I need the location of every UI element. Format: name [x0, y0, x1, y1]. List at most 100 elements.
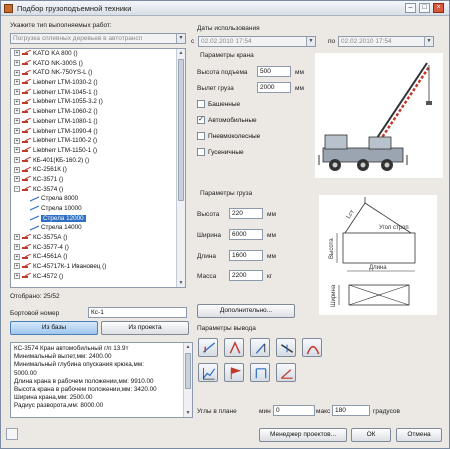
expand-icon[interactable]: + — [14, 50, 20, 57]
flag-icon — [230, 367, 242, 380]
calendar-dropdown-icon[interactable]: ▼ — [306, 37, 315, 46]
tree-subitem[interactable]: Стрела 10000 — [11, 204, 185, 214]
checkbox-box[interactable] — [197, 132, 205, 140]
tree-scrollbar[interactable]: ▲ ▼ — [176, 49, 185, 287]
chevron-down-icon[interactable]: ▼ — [176, 34, 185, 43]
collapse-icon[interactable]: − — [14, 185, 20, 192]
crane-type-checkbox[interactable]: Пневмоколесные — [197, 132, 260, 140]
tree-item[interactable]: + KATO NK-750YS-L () — [11, 68, 185, 78]
expand-icon[interactable]: + — [14, 244, 20, 251]
work-type-select[interactable]: Погрузка сплевных деревьев в автотрансп … — [10, 33, 186, 44]
reach-input[interactable]: 2000 — [257, 82, 291, 93]
expand-icon[interactable]: + — [14, 166, 20, 173]
date-from-value: 02.02.2010 17:54 — [201, 38, 252, 45]
from-db-button[interactable]: Из базы — [10, 321, 98, 335]
output-tool-button[interactable] — [302, 338, 322, 357]
expand-icon[interactable]: + — [14, 234, 20, 241]
tree-item[interactable]: + Liebherr LTM-1060-2 () — [11, 107, 185, 117]
scroll-down-icon[interactable]: ▼ — [177, 279, 185, 287]
tree-item[interactable]: + КС-3571 () — [11, 175, 185, 185]
cargo-width-input[interactable]: 6000 — [229, 229, 263, 240]
checkbox-box[interactable] — [197, 100, 205, 108]
expand-icon[interactable]: + — [14, 69, 20, 76]
expand-icon[interactable]: + — [14, 156, 20, 163]
tree-item[interactable]: + Liebherr LTM-1055-3.2 () — [11, 97, 185, 107]
tree-item[interactable]: + Liebherr LTM-1080-1 () — [11, 117, 185, 127]
expand-icon[interactable]: + — [14, 79, 20, 86]
diagram-slope-label: Угол строп — [379, 225, 409, 231]
lift-height-input[interactable]: 500 — [257, 66, 291, 77]
tree-item[interactable]: + КС-45717К-1 Ивановец () — [11, 262, 185, 272]
minimize-button[interactable]: – — [405, 3, 416, 13]
crane-type-checkbox[interactable]: ✓ Автомобильные — [197, 116, 257, 124]
info-icon[interactable] — [6, 428, 18, 440]
tree-item[interactable]: + КС-3575А () — [11, 233, 185, 243]
angle-max-input[interactable]: 180 — [332, 405, 370, 416]
additional-button[interactable]: Дополнительно... — [197, 304, 295, 318]
tree-item[interactable]: + КС-2561К () — [11, 165, 185, 175]
output-tool-button[interactable] — [198, 338, 218, 357]
tree-item[interactable]: + Liebherr LTM-1030-2 () — [11, 78, 185, 88]
output-tool-button[interactable] — [276, 363, 296, 382]
scroll-up-icon[interactable]: ▲ — [184, 343, 192, 351]
scroll-down-icon[interactable]: ▼ — [184, 409, 192, 417]
board-number-input[interactable]: Кс-1 — [88, 307, 187, 318]
expand-icon[interactable]: + — [14, 60, 20, 67]
tree-item[interactable]: + Liebherr LTM-1150-1 () — [11, 146, 185, 156]
ok-button[interactable]: ОК — [351, 428, 391, 442]
crane-tree[interactable]: + KATO KA 800 () + KATO NK-300S () + KATO NK-… — [10, 48, 186, 288]
output-tool-button[interactable] — [224, 363, 244, 382]
expand-icon[interactable]: + — [14, 89, 20, 96]
maximize-button[interactable]: □ — [419, 3, 430, 13]
date-to-input[interactable]: 02.02.2010 17:54 ▼ — [338, 36, 434, 47]
expand-icon[interactable]: + — [14, 108, 20, 115]
expand-icon[interactable]: + — [14, 147, 20, 154]
tree-item[interactable]: + КС-4572 () — [11, 272, 185, 282]
cancel-button[interactable]: Отмена — [396, 428, 442, 442]
expand-icon[interactable]: + — [14, 137, 20, 144]
tree-subitem[interactable]: Стрела 14000 — [11, 223, 185, 233]
scroll-up-icon[interactable]: ▲ — [177, 49, 185, 57]
tree-item[interactable]: − КС-3574 () — [11, 185, 185, 195]
crane-icon — [22, 253, 31, 259]
tree-item[interactable]: + KATO KA 800 () — [11, 49, 185, 59]
tree-item[interactable]: + Liebherr LTM-1100-2 () — [11, 136, 185, 146]
expand-icon[interactable]: + — [14, 263, 20, 270]
tree-subitem[interactable]: Стрела 12000 — [11, 214, 185, 224]
tree-subitem[interactable]: Стрела 8000 — [11, 194, 185, 204]
degrees-label: градусов — [373, 408, 400, 415]
tree-item[interactable]: + КС-3577-4 () — [11, 243, 185, 253]
crane-type-checkbox[interactable]: Башенные — [197, 100, 240, 108]
expand-icon[interactable]: + — [14, 253, 20, 260]
from-project-button[interactable]: Из проекта — [101, 321, 189, 335]
date-from-input[interactable]: 02.02.2010 17:54 ▼ — [198, 36, 316, 47]
output-tool-button[interactable] — [250, 338, 270, 357]
checkmark-icon[interactable]: ✓ — [197, 116, 205, 124]
scroll-thumb[interactable] — [178, 59, 184, 201]
info-scrollbar[interactable]: ▲ ▼ — [183, 343, 192, 417]
cargo-length-input[interactable]: 1600 — [229, 250, 263, 261]
tree-item[interactable]: + Liebherr LTM-1045-1 () — [11, 88, 185, 98]
expand-icon[interactable]: + — [14, 98, 20, 105]
checkbox-box[interactable] — [197, 148, 205, 156]
expand-icon[interactable]: + — [14, 273, 20, 280]
tree-item[interactable]: + КБ-401(КБ-160.2) () — [11, 156, 185, 166]
project-manager-button[interactable]: Менеджер проектов... — [259, 428, 347, 442]
output-tool-button[interactable] — [224, 338, 244, 357]
tree-item[interactable]: + KATO NK-300S () — [11, 59, 185, 69]
calendar-dropdown-icon[interactable]: ▼ — [424, 37, 433, 46]
cargo-height-input[interactable]: 220 — [229, 208, 263, 219]
output-tool-button[interactable] — [276, 338, 296, 357]
cargo-mass-input[interactable]: 2200 — [229, 270, 263, 281]
angle-min-input[interactable]: 0 — [273, 405, 315, 416]
scroll-thumb[interactable] — [185, 353, 191, 389]
output-tool-button[interactable] — [250, 363, 270, 382]
tree-item[interactable]: + Liebherr LTM-1090-4 () — [11, 127, 185, 137]
close-button[interactable]: × — [433, 3, 444, 13]
crane-type-checkbox[interactable]: Гусеничные — [197, 148, 244, 156]
tree-item[interactable]: + КС-4561А () — [11, 252, 185, 262]
output-tool-button[interactable] — [198, 363, 218, 382]
expand-icon[interactable]: + — [14, 118, 20, 125]
expand-icon[interactable]: + — [14, 127, 20, 134]
expand-icon[interactable]: + — [14, 176, 20, 183]
